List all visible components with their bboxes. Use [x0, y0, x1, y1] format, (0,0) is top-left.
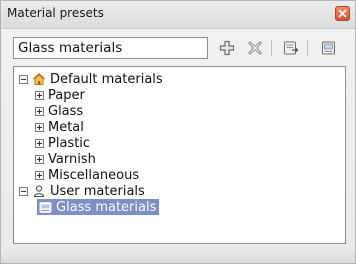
tree-item-label: Glass — [48, 103, 84, 119]
close-button[interactable] — [335, 6, 350, 21]
toolbar-separator — [271, 40, 272, 56]
window-bottom-edge — [1, 251, 355, 263]
tree-item-user-glass-materials[interactable]: Glass materials — [37, 199, 160, 215]
tree-item-label: Paper — [48, 87, 85, 103]
tree-item-label: Plastic — [48, 135, 91, 151]
tree-item-label: Glass materials — [56, 199, 157, 215]
window-title: Material presets — [7, 6, 104, 20]
collapse-toggle[interactable] — [19, 74, 28, 84]
tree-item-glass[interactable]: Glass — [35, 103, 83, 119]
preset-name-input[interactable] — [13, 37, 208, 59]
tree-item-paper[interactable]: Paper — [35, 87, 85, 103]
tree-group-default-materials[interactable]: Default materials — [19, 71, 163, 87]
expand-toggle[interactable] — [35, 170, 44, 180]
title-bar[interactable]: Material presets — [1, 1, 355, 29]
home-icon — [32, 72, 46, 86]
tree-item-label: Metal — [48, 119, 84, 135]
add-icon — [219, 40, 235, 56]
tree-item-label: Miscellaneous — [48, 167, 140, 183]
close-icon — [338, 9, 347, 18]
selected-tree-item[interactable]: Glass materials — [37, 199, 160, 215]
tree-group-label: User materials — [50, 183, 145, 199]
toolbar-separator — [307, 40, 308, 56]
tree-group-user-materials[interactable]: User materials — [19, 183, 145, 199]
import-preset-button[interactable] — [281, 38, 301, 58]
delete-icon — [248, 41, 262, 55]
materials-tree[interactable]: Default materials Paper Glass Metal Plas… — [13, 66, 346, 244]
tree-group-label: Default materials — [50, 71, 163, 87]
expand-toggle[interactable] — [35, 122, 44, 132]
expand-toggle[interactable] — [35, 90, 44, 100]
user-icon — [32, 184, 46, 198]
toolbar — [1, 29, 355, 63]
add-preset-button[interactable] — [217, 38, 237, 58]
expand-toggle[interactable] — [35, 106, 44, 116]
export-icon — [322, 41, 335, 55]
preset-icon — [39, 201, 52, 214]
expand-toggle[interactable] — [35, 154, 44, 164]
import-icon — [284, 41, 299, 55]
expand-toggle[interactable] — [35, 138, 44, 148]
tree-item-miscellaneous[interactable]: Miscellaneous — [35, 167, 139, 183]
tree-item-label: Varnish — [48, 151, 96, 167]
delete-preset-button[interactable] — [245, 38, 265, 58]
tree-item-metal[interactable]: Metal — [35, 119, 84, 135]
tree-item-varnish[interactable]: Varnish — [35, 151, 96, 167]
tree-item-plastic[interactable]: Plastic — [35, 135, 90, 151]
material-presets-window: Material presets Glass materials Default… — [0, 0, 356, 264]
collapse-toggle[interactable] — [19, 186, 28, 196]
export-preset-button[interactable] — [319, 38, 339, 58]
